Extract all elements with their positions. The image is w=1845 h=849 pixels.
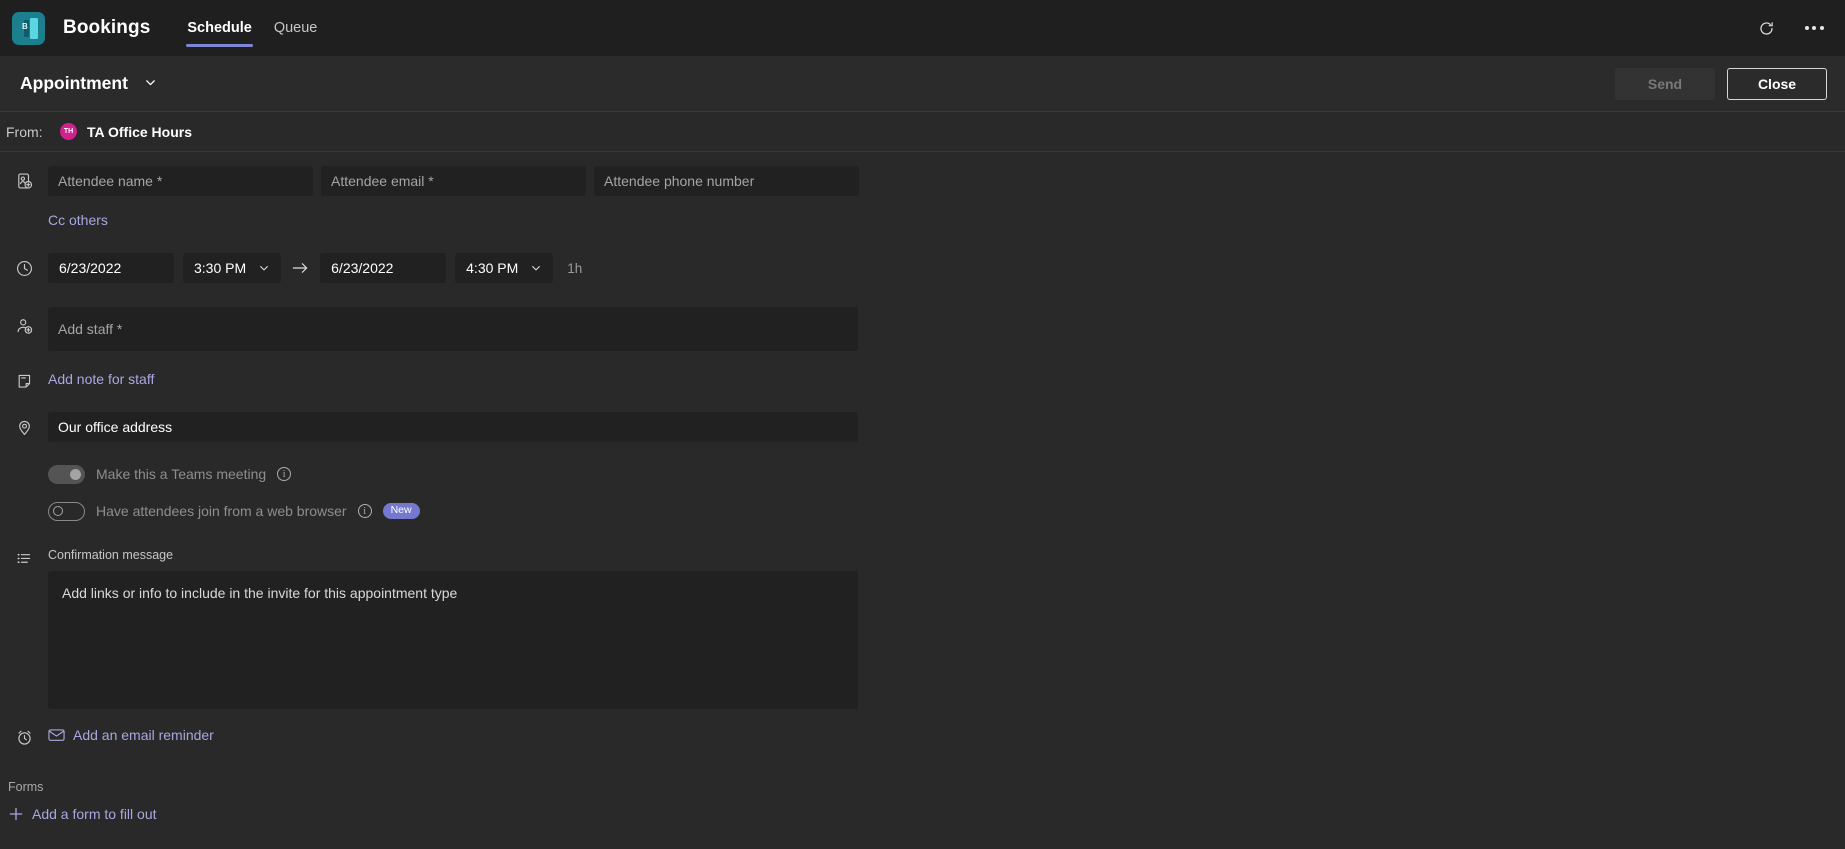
add-email-reminder-link[interactable]: Add an email reminder <box>48 727 214 743</box>
from-label: From: <box>6 123 43 140</box>
close-button[interactable]: Close <box>1727 67 1827 100</box>
app-header: B Bookings Schedule Queue <box>0 0 1845 56</box>
start-date-value: 6/23/2022 <box>59 260 122 276</box>
from-row: From: TH TA Office Hours <box>0 112 1845 152</box>
end-date-value: 6/23/2022 <box>331 260 394 276</box>
envelope-icon <box>48 728 65 742</box>
chevron-down-icon <box>530 262 542 274</box>
add-form-label: Add a form to fill out <box>32 806 157 822</box>
teams-meeting-toggle-row: Make this a Teams meeting i <box>0 442 1845 487</box>
chevron-down-icon[interactable] <box>144 73 157 94</box>
end-date-input[interactable]: 6/23/2022 <box>320 253 447 283</box>
clock-icon <box>0 253 48 278</box>
start-time-value: 3:30 PM <box>194 260 247 276</box>
start-date-input[interactable]: 6/23/2022 <box>48 253 174 283</box>
web-browser-join-label: Have attendees join from a web browser <box>96 503 347 519</box>
tab-schedule[interactable]: Schedule <box>176 0 262 56</box>
staff-note-main: Add note for staff <box>48 371 1845 389</box>
arrow-right-icon <box>290 261 311 275</box>
forms-section: Forms Add a form to fill out <box>0 747 1845 827</box>
location-input[interactable]: Our office address <box>48 412 858 442</box>
staff-note-row: Add note for staff <box>0 351 1845 391</box>
teams-meeting-toggle[interactable] <box>48 464 85 484</box>
attendee-phone-input[interactable]: Attendee phone number <box>594 166 859 196</box>
start-time-dropdown[interactable]: 3:30 PM <box>183 253 282 283</box>
end-time-dropdown[interactable]: 4:30 PM <box>455 253 554 283</box>
refresh-icon[interactable] <box>1753 15 1779 41</box>
note-icon <box>0 371 48 391</box>
web-browser-toggle-group: Have attendees join from a web browser i… <box>48 498 1845 524</box>
info-icon[interactable]: i <box>357 504 372 518</box>
attendee-email-input[interactable]: Attendee email * <box>321 166 586 196</box>
from-calendar-name: TA Office Hours <box>87 123 193 140</box>
staff-fields: Add staff * <box>48 307 1845 351</box>
location-pin-icon <box>0 412 48 437</box>
location-main: Our office address <box>48 412 1845 442</box>
web-browser-join-toggle[interactable] <box>48 501 85 521</box>
tab-schedule-label: Schedule <box>187 20 252 36</box>
location-row: Our office address <box>0 391 1845 442</box>
attendee-name-input[interactable]: Attendee name * <box>48 166 313 196</box>
tab-queue[interactable]: Queue <box>263 0 329 56</box>
email-reminder-main: Add an email reminder <box>48 727 1845 747</box>
contact-card-add-icon <box>0 166 48 191</box>
chevron-down-icon <box>258 262 270 274</box>
forms-section-label: Forms <box>8 780 44 794</box>
app-header-actions <box>1753 15 1827 41</box>
page-title-label: Appointment <box>20 72 128 93</box>
info-icon[interactable]: i <box>277 467 292 481</box>
tab-queue-label: Queue <box>273 20 318 36</box>
page-title[interactable]: Appointment <box>20 73 157 95</box>
confirmation-message-main: Confirmation message Add links or info t… <box>48 548 1845 709</box>
main-tabs: Schedule Queue <box>176 0 328 56</box>
attendee-inputs: Attendee name * Attendee email * Attende… <box>48 166 1845 196</box>
confirmation-message-textarea[interactable]: Add links or info to include in the invi… <box>48 571 858 709</box>
more-options-icon[interactable] <box>1801 15 1827 41</box>
app-title: Bookings <box>63 17 151 38</box>
email-reminder-row: Add an email reminder <box>0 709 1845 747</box>
add-email-reminder-label: Add an email reminder <box>73 727 214 743</box>
datetime-row: 6/23/2022 3:30 PM 6/23/2022 4:30 PM 1h <box>0 230 1845 283</box>
teams-meeting-label: Make this a Teams meeting <box>96 466 267 482</box>
logo-mark: B <box>22 21 28 31</box>
teams-meeting-toggle-group: Make this a Teams meeting i <box>48 461 1845 487</box>
appointment-form: Attendee name * Attendee email * Attende… <box>0 152 1845 827</box>
person-add-icon <box>0 307 48 336</box>
send-button[interactable]: Send <box>1615 67 1715 100</box>
attendees-fields: Attendee name * Attendee email * Attende… <box>48 166 1845 230</box>
web-browser-toggle-row: Have attendees join from a web browser i… <box>0 487 1845 524</box>
attendees-row: Attendee name * Attendee email * Attende… <box>0 152 1845 230</box>
command-bar-actions: Send Close <box>1615 67 1827 100</box>
add-staff-input[interactable]: Add staff * <box>48 307 858 351</box>
bookings-logo-icon: B <box>12 11 45 45</box>
datetime-controls: 6/23/2022 3:30 PM 6/23/2022 4:30 PM 1h <box>48 253 1845 283</box>
confirmation-message-row: Confirmation message Add links or info t… <box>0 524 1845 709</box>
add-note-for-staff-link[interactable]: Add note for staff <box>48 371 154 387</box>
avatar: TH <box>60 123 77 140</box>
confirmation-message-label: Confirmation message <box>48 548 174 562</box>
duration-label: 1h <box>567 260 583 276</box>
command-bar: Appointment Send Close <box>0 56 1845 112</box>
staff-row: Add staff * <box>0 283 1845 351</box>
plus-icon <box>8 806 24 822</box>
end-time-value: 4:30 PM <box>466 260 519 276</box>
add-form-link[interactable]: Add a form to fill out <box>8 806 157 822</box>
new-badge: New <box>382 503 420 519</box>
alarm-clock-icon <box>0 727 48 747</box>
bulleted-list-icon <box>0 548 48 568</box>
cc-others-link[interactable]: Cc others <box>48 212 108 228</box>
